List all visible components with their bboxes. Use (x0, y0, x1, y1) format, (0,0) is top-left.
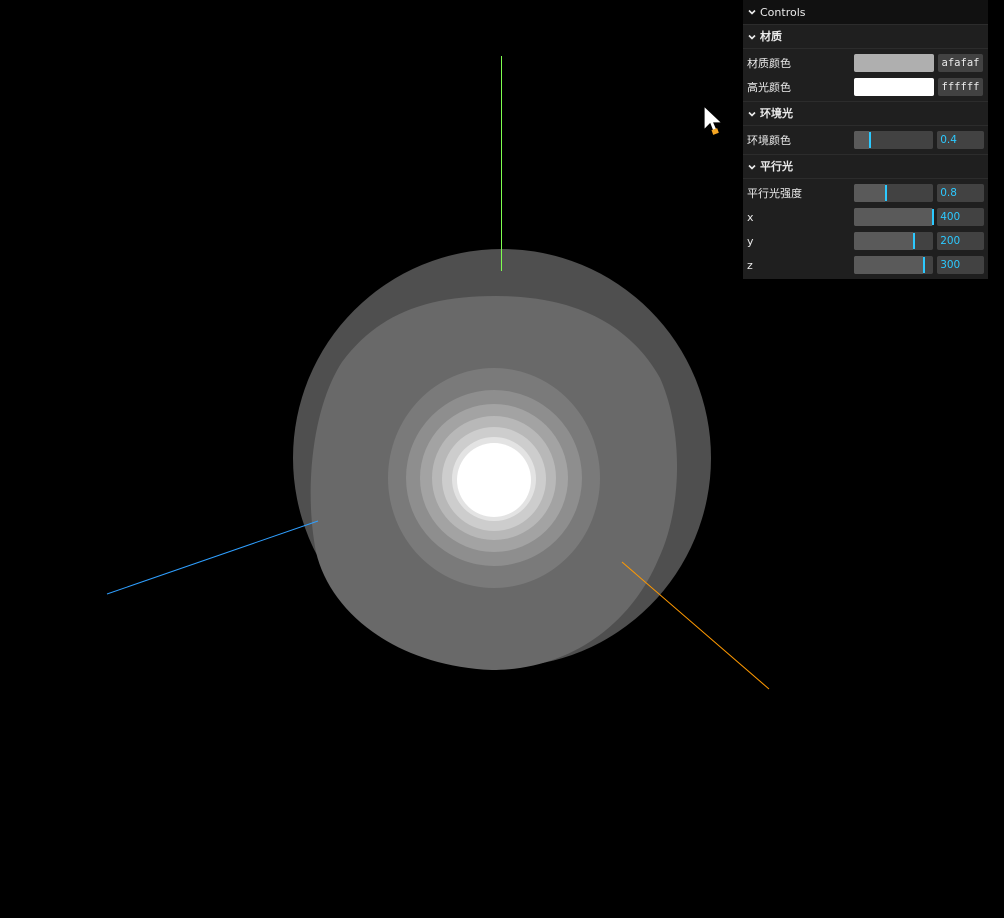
light-z-slider[interactable] (853, 256, 934, 274)
ambient-intensity-slider[interactable] (853, 131, 934, 149)
light-z-row: z 300 (743, 253, 988, 277)
directional-intensity-input[interactable]: 0.8 (937, 184, 984, 202)
folder-title-directional-light[interactable]: 平行光 (743, 154, 988, 179)
slider-fill (853, 131, 869, 149)
light-x-row: x 400 (743, 205, 988, 229)
folder-directional-light: 平行光 平行光强度 0.8 x 400 y 200 z 300 (743, 154, 988, 279)
directional-intensity-row: 平行光强度 0.8 (743, 181, 988, 205)
specular-color-row: 高光颜色 ffffff (743, 75, 988, 99)
ambient-intensity-input[interactable]: 0.4 (937, 131, 984, 149)
light-y-label: y (747, 235, 754, 247)
slider-fill (853, 184, 885, 202)
light-y-input[interactable]: 200 (937, 232, 984, 250)
chevron-down-icon (747, 7, 757, 17)
specular-color-swatch[interactable] (854, 78, 934, 96)
light-x-label: x (747, 211, 754, 223)
slider-knob[interactable] (884, 185, 887, 201)
specular-color-label: 高光颜色 (747, 81, 791, 93)
folder-title-material[interactable]: 材质 (743, 25, 988, 49)
folder-ambient-light: 环境光 环境颜色 0.4 (743, 101, 988, 154)
chevron-down-icon (747, 162, 757, 172)
ambient-color-label: 环境颜色 (747, 134, 791, 146)
z-axis-line (106, 520, 319, 595)
material-color-label: 材质颜色 (747, 57, 791, 69)
slider-fill (853, 232, 913, 250)
slider-knob[interactable] (922, 257, 925, 273)
folder-label: 环境光 (760, 107, 793, 120)
directional-intensity-label: 平行光强度 (747, 187, 802, 199)
directional-intensity-slider[interactable] (853, 184, 934, 202)
controls-panel: Controls 材质 材质颜色 afafaf 高光颜色 ffffff 环境光 … (743, 0, 988, 279)
ambient-color-row: 环境颜色 0.4 (743, 128, 988, 152)
x-axis-line (621, 561, 770, 690)
specular-color-hex-input[interactable]: ffffff (938, 78, 983, 96)
light-y-row: y 200 (743, 229, 988, 253)
slider-knob[interactable] (912, 233, 915, 249)
light-z-input[interactable]: 300 (937, 256, 984, 274)
slider-fill (853, 256, 923, 274)
mouse-pointer-icon (703, 104, 724, 135)
slider-knob[interactable] (931, 209, 934, 225)
folder-label: 材质 (760, 30, 782, 43)
slider-fill (853, 208, 932, 226)
folder-material: 材质 材质颜色 afafaf 高光颜色 ffffff (743, 25, 988, 101)
material-color-hex-input[interactable]: afafaf (938, 54, 983, 72)
chevron-down-icon (747, 109, 757, 119)
sphere-highlight (457, 443, 531, 517)
light-z-label: z (747, 259, 753, 271)
sphere (293, 249, 711, 670)
material-color-row: 材质颜色 afafaf (743, 51, 988, 75)
folder-title-ambient-light[interactable]: 环境光 (743, 101, 988, 126)
light-x-input[interactable]: 400 (937, 208, 984, 226)
chevron-down-icon (747, 32, 757, 42)
controls-title-bar[interactable]: Controls (743, 0, 988, 25)
light-x-slider[interactable] (853, 208, 934, 226)
controls-title: Controls (760, 5, 806, 19)
material-color-swatch[interactable] (854, 54, 934, 72)
light-y-slider[interactable] (853, 232, 934, 250)
folder-label: 平行光 (760, 160, 793, 173)
slider-knob[interactable] (868, 132, 871, 148)
